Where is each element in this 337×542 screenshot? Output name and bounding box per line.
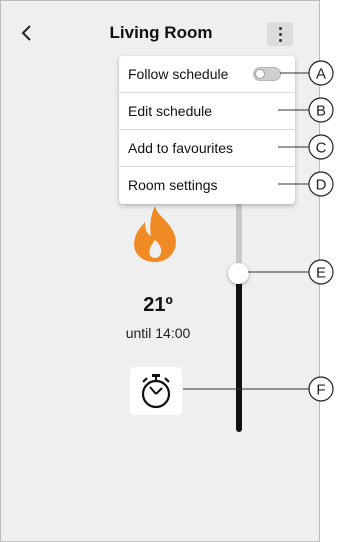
callout-label: A: [316, 66, 326, 83]
callout-label: D: [316, 177, 327, 194]
callout-f: F: [183, 376, 334, 402]
callout-annotations: A B C D E F: [183, 60, 334, 402]
callout-label: C: [316, 140, 327, 157]
callout-label: B: [316, 103, 326, 120]
callout-e: E: [248, 259, 334, 285]
callout-label: E: [316, 265, 326, 282]
callout-a: A: [280, 60, 334, 86]
callout-label: F: [316, 382, 325, 399]
callout-b: B: [278, 97, 334, 123]
callout-d: D: [278, 171, 334, 197]
callout-c: C: [278, 134, 334, 160]
